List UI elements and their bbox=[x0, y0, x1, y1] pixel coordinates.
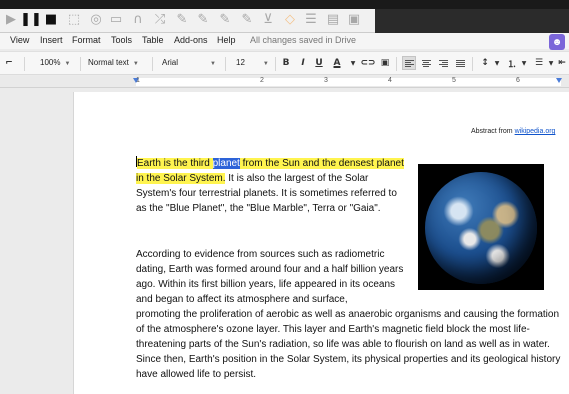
align-left-icon bbox=[404, 59, 414, 67]
underline-button[interactable]: U bbox=[312, 56, 326, 70]
right-indent-marker[interactable] bbox=[556, 78, 562, 83]
ruler-number: 5 bbox=[452, 77, 456, 84]
chevron-down-icon: ▼ bbox=[210, 61, 216, 67]
ruler-number: 2 bbox=[260, 77, 264, 84]
paragraph-formation[interactable]: According to evidence from sources such … bbox=[136, 247, 408, 307]
chevron-down-icon[interactable]: ▼ bbox=[517, 56, 531, 70]
align-right-button[interactable] bbox=[436, 56, 450, 70]
menu-bar: View Insert Format Tools Table Add-ons H… bbox=[0, 33, 569, 49]
menu-view[interactable]: View bbox=[10, 35, 29, 45]
toolbar-separator bbox=[80, 57, 81, 71]
abstract-attribution: Abstract from wikipedia.org bbox=[471, 128, 555, 135]
dictionary-icon[interactable]: ◎ bbox=[88, 12, 104, 28]
menu-insert[interactable]: Insert bbox=[40, 35, 63, 45]
decrease-indent-icon[interactable]: ⇤ bbox=[555, 56, 569, 70]
earth-globe bbox=[425, 172, 537, 284]
menu-tools[interactable]: Tools bbox=[111, 35, 132, 45]
toolbar-dark-area bbox=[375, 9, 569, 33]
eraser-icon[interactable]: ◇ bbox=[282, 12, 298, 28]
menu-format[interactable]: Format bbox=[72, 35, 101, 45]
stop-icon[interactable]: ■ bbox=[43, 12, 59, 28]
font-size-select[interactable]: 12 ▼ bbox=[236, 58, 269, 67]
addon-robot-icon[interactable]: ☻ bbox=[549, 34, 565, 50]
justify-button[interactable] bbox=[453, 56, 467, 70]
abstract-prefix: Abstract from bbox=[471, 128, 515, 135]
toolbar-separator bbox=[275, 57, 276, 71]
paragraph-life[interactable]: promoting the proliferation of aerobic a… bbox=[136, 307, 564, 382]
menu-table[interactable]: Table bbox=[142, 35, 164, 45]
source-link[interactable]: wikipedia.org bbox=[515, 128, 556, 135]
chevron-down-icon: ▼ bbox=[262, 61, 269, 67]
chevron-down-icon[interactable]: ▼ bbox=[490, 56, 504, 70]
bold-button[interactable]: B bbox=[279, 56, 293, 70]
text-color-button[interactable]: A bbox=[330, 56, 344, 70]
earth-image[interactable] bbox=[418, 164, 544, 290]
align-left-button[interactable] bbox=[402, 56, 416, 70]
comment-icon[interactable]: ▭ bbox=[108, 12, 124, 28]
align-right-icon bbox=[438, 59, 448, 67]
pause-icon[interactable]: ❚❚ bbox=[20, 12, 42, 28]
italic-button[interactable]: I bbox=[296, 56, 310, 70]
align-center-button[interactable] bbox=[419, 56, 433, 70]
font-select[interactable]: Arial ▼ bbox=[162, 58, 216, 67]
shuffle-icon[interactable]: ⤮ bbox=[152, 12, 168, 28]
highlighter-3-icon[interactable]: ✎ bbox=[217, 12, 233, 28]
paint-format-icon[interactable]: ⌐ bbox=[2, 56, 16, 70]
zoom-value: 100% bbox=[40, 58, 61, 67]
toolbar-separator bbox=[225, 57, 226, 71]
list-icon[interactable]: ☰ bbox=[303, 12, 319, 28]
ruler-number: 4 bbox=[388, 77, 392, 84]
collect-highlights-icon[interactable]: ⊻ bbox=[260, 12, 276, 28]
menu-help[interactable]: Help bbox=[217, 35, 236, 45]
style-select[interactable]: Normal text ▼ bbox=[88, 58, 139, 67]
selected-word: planet bbox=[212, 158, 240, 169]
style-value: Normal text bbox=[88, 58, 129, 67]
play-icon[interactable]: ▶ bbox=[3, 12, 19, 28]
toolbar-separator bbox=[24, 57, 25, 71]
ruler-content-area bbox=[136, 78, 561, 86]
chevron-down-icon: ▼ bbox=[132, 61, 139, 67]
ruler-number: 6 bbox=[516, 77, 520, 84]
font-size-value: 12 bbox=[236, 58, 245, 67]
highlighter-2-icon[interactable]: ✎ bbox=[195, 12, 211, 28]
top-strip bbox=[0, 0, 569, 9]
align-center-icon bbox=[421, 59, 431, 67]
formatting-toolbar: ⌐ 100% ▼ Normal text ▼ Arial ▼ 12 ▼ B I U A … bbox=[0, 51, 569, 75]
headphones-icon[interactable]: ∩ bbox=[130, 12, 146, 28]
highlighter-icon[interactable]: ✎ bbox=[174, 12, 190, 28]
book-icon[interactable]: ▤ bbox=[325, 12, 341, 28]
menu-addons[interactable]: Add-ons bbox=[174, 35, 208, 45]
cursor-select-icon[interactable]: ⬚ bbox=[66, 12, 82, 28]
save-status: All changes saved in Drive bbox=[250, 35, 357, 45]
comment-icon[interactable]: ▣ bbox=[378, 56, 392, 70]
zoom-select[interactable]: 100% ▼ bbox=[40, 58, 70, 67]
paragraph-intro[interactable]: Earth is the third planet from the Sun a… bbox=[136, 156, 408, 216]
highlighted-text: Earth is the third bbox=[137, 158, 213, 169]
link-icon[interactable]: ⊂⊃ bbox=[360, 56, 375, 70]
chevron-down-icon[interactable]: ▼ bbox=[346, 56, 360, 70]
ruler[interactable]: 1 2 3 4 5 6 bbox=[0, 76, 569, 88]
toolbar-separator bbox=[152, 57, 153, 71]
ruler-number: 1 bbox=[136, 77, 140, 84]
vocabulary-icon[interactable]: ▣ bbox=[346, 12, 362, 28]
toolbar-separator bbox=[396, 57, 397, 71]
font-value: Arial bbox=[162, 58, 179, 67]
toolbar-separator bbox=[472, 57, 473, 71]
chevron-down-icon: ▼ bbox=[64, 61, 71, 67]
justify-icon bbox=[455, 59, 465, 67]
ruler-number: 3 bbox=[324, 77, 328, 84]
highlighter-4-icon[interactable]: ✎ bbox=[239, 12, 255, 28]
